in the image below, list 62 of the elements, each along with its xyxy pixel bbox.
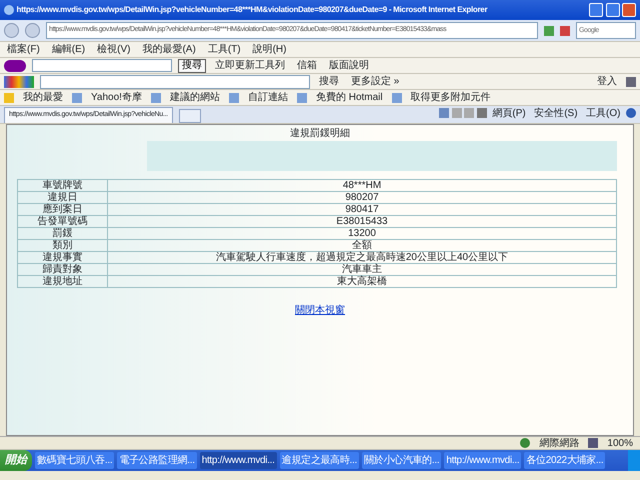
field-label: 類別 [18,240,108,252]
field-label: 歸責對象 [18,264,108,276]
favorites-link[interactable]: 免費的 Hotmail [312,90,386,105]
command-button[interactable]: 網頁(P) [489,106,529,120]
field-label: 應到案日 [18,204,108,216]
toolbar-button[interactable]: 信箱 [294,58,320,73]
field-label: 車號牌號 [18,180,108,192]
taskbar-button[interactable]: http://www.mvdi... [200,452,277,469]
toolbar-button[interactable]: 版面說明 [326,58,372,73]
field-label: 罰鍰 [18,228,108,240]
minimize-button[interactable] [589,3,603,17]
toolbar-button[interactable]: 立即更新工具列 [212,58,288,73]
field-label: 違規日 [18,192,108,204]
menu-item[interactable]: 檔案(F) [4,42,43,57]
taskbar-button[interactable]: 電子公路監理網... [117,452,197,469]
forward-button[interactable] [25,23,40,38]
new-tab-button[interactable] [178,109,201,123]
field-value: 全額 [108,240,616,252]
search-button[interactable]: 搜尋 [316,74,342,89]
back-button[interactable] [4,23,19,38]
taskbar-button[interactable]: 各位2022大埔家... [524,452,606,469]
field-value: 13200 [108,228,616,240]
security-zone: 網際網路 [538,436,580,450]
favorites-link[interactable]: 取得更多附加元件 [408,90,494,105]
zoom-level[interactable]: 100% [604,436,636,450]
command-button[interactable]: 安全性(S) [531,106,581,120]
taskbar-button[interactable]: 數碼寶七頭八吞... [35,452,114,469]
maximize-button[interactable] [606,3,620,17]
system-tray [628,450,640,471]
menu-item[interactable]: 我的最愛(A) [139,42,199,57]
page-title: 違規罰鍰明細 [289,126,351,141]
search-field[interactable] [40,74,310,88]
field-value: 汽車車主 [108,264,616,276]
favorites-link[interactable]: 自訂連結 [244,90,291,105]
command-button[interactable]: 工具(O) [583,106,624,120]
field-value: E38015433 [108,216,616,228]
close-window-link[interactable]: 關閉本視窗 [295,305,345,316]
search-field[interactable] [32,59,172,72]
menu-item[interactable]: 說明(H) [250,42,290,57]
field-label: 違規地址 [18,276,108,288]
field-label: 違規事實 [18,252,108,264]
field-label: 告發單號碼 [18,216,108,228]
menu-item[interactable]: 檢視(V) [94,42,134,57]
field-value: 980207 [108,192,616,204]
field-value: 980417 [108,204,616,216]
sign-in-button[interactable]: 登入 [594,74,620,89]
menu-item[interactable]: 工具(T) [204,42,244,57]
start-button[interactable]: 開始 [0,450,32,471]
taskbar-button[interactable]: 逾規定之最高時... [280,452,359,469]
menu-item[interactable]: 編輯(E) [48,42,88,57]
field-value: 東大高架橋 [108,276,616,288]
favorites-link[interactable]: 建議的網站 [166,90,223,105]
taskbar-button[interactable]: 關於小心汽車的... [362,452,442,469]
field-value: 汽車駕駛人行車速度，超過規定之最高時速20公里以上40公里以下 [108,252,616,264]
favorites-link[interactable]: 我的最愛 [20,90,66,105]
taskbar-button[interactable]: http://www.mvdi... [444,452,522,469]
search-button[interactable]: 搜尋 [178,58,206,72]
field-value: 48***HM [108,180,616,192]
favorites-link[interactable]: Yahoo!奇摩 [88,90,145,105]
more-settings-button[interactable]: 更多設定 » [348,74,402,89]
window-title: https://www.mvdis.gov.tw/wps/DetailWin.jsp?vehicleNumber=48***HM&violationDate=980207&dueDate=9 - Microsoft Internet Explorer [16,4,488,16]
close-button[interactable] [622,3,636,17]
